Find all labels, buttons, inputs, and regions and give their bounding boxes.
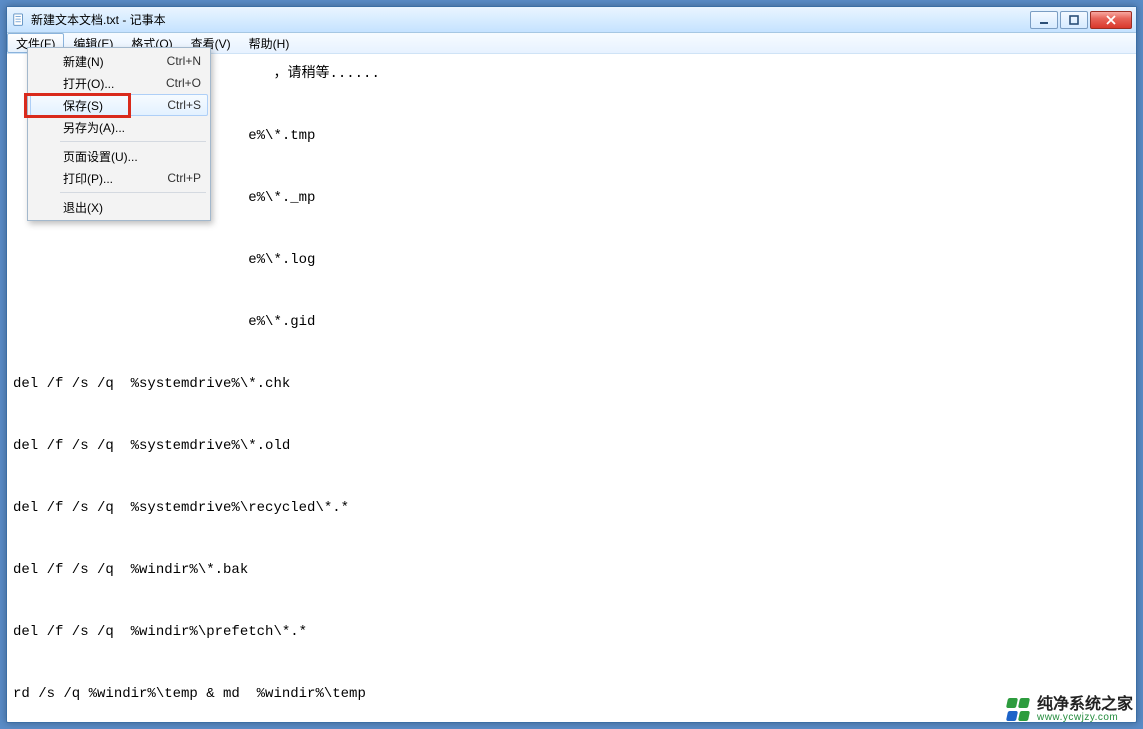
menu-item-exit[interactable]: 退出(X) [30,196,208,218]
menu-item-shortcut: Ctrl+N [167,54,201,68]
menu-item-label: 打开(O)... [63,75,166,92]
menu-item-saveas[interactable]: 另存为(A)... [30,116,208,138]
menu-item-shortcut: Ctrl+S [167,98,201,112]
close-button[interactable] [1090,11,1132,29]
menu-separator [60,192,206,193]
menu-separator [60,141,206,142]
file-dropdown: 新建(N) Ctrl+N 打开(O)... Ctrl+O 保存(S) Ctrl+… [27,47,211,221]
menu-label: 帮助(H) [249,35,290,52]
window-controls [1030,11,1132,29]
notepad-icon [11,12,27,28]
menu-item-pagesetup[interactable]: 页面设置(U)... [30,145,208,167]
menu-item-label: 页面设置(U)... [63,148,201,165]
menu-item-shortcut: Ctrl+P [167,171,201,185]
menu-item-label: 打印(P)... [63,170,167,187]
menu-item-new[interactable]: 新建(N) Ctrl+N [30,50,208,72]
minimize-button[interactable] [1030,11,1058,29]
menu-item-label: 退出(X) [63,199,201,216]
title-bar[interactable]: 新建文本文档.txt - 记事本 [7,7,1136,33]
maximize-button[interactable] [1060,11,1088,29]
menu-item-label: 保存(S) [63,97,167,114]
menu-item-label: 新建(N) [63,53,167,70]
menu-item-shortcut: Ctrl+O [166,76,201,90]
menu-help[interactable]: 帮助(H) [240,33,299,53]
window-title: 新建文本文档.txt - 记事本 [31,11,166,28]
menu-item-save[interactable]: 保存(S) Ctrl+S [30,94,208,116]
menu-item-print[interactable]: 打印(P)... Ctrl+P [30,167,208,189]
menu-item-label: 另存为(A)... [63,119,201,136]
menu-item-open[interactable]: 打开(O)... Ctrl+O [30,72,208,94]
